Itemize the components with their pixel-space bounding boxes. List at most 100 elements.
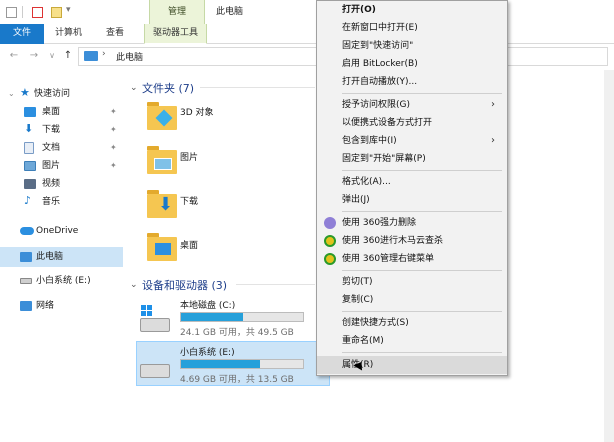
menu-item-label: 剪切(T)	[342, 277, 373, 287]
folder-3d-objects[interactable]	[142, 98, 182, 138]
menu-item-open-new-window[interactable]: 在新窗口中打开(E)	[317, 19, 507, 37]
sidebar-item-documents[interactable]: 文档 ✦	[0, 139, 123, 157]
sidebar-item-label: 此电脑	[36, 252, 64, 262]
menu-item-pin-quick-access[interactable]: 固定到"快速访问"	[317, 37, 507, 55]
menu-item-label: 使用 360进行木马云查杀	[342, 236, 444, 246]
tab-view[interactable]: 查看	[98, 24, 132, 44]
sidebar-item-network[interactable]: 网络	[0, 297, 123, 315]
menu-item-autoplay[interactable]: 打开自动播放(Y)...	[317, 73, 507, 91]
menu-item-label: 使用 360管理右键菜单	[342, 254, 435, 264]
star-icon: ★	[20, 86, 30, 99]
music-icon: ♪	[24, 194, 32, 207]
quick-access-toolbar-icon[interactable]	[6, 7, 17, 18]
menu-item-open[interactable]: 打开(O)	[317, 1, 507, 19]
sidebar-item-drive-e[interactable]: 小白系统 (E:)	[0, 272, 123, 290]
drives-heading[interactable]: 设备和驱动器 (3)	[142, 277, 227, 293]
menu-item-label: 固定到"开始"屏幕(P)	[342, 154, 426, 164]
menu-item-create-shortcut[interactable]: 创建快捷方式(S)	[317, 314, 507, 332]
menu-separator	[342, 270, 502, 271]
menu-separator	[342, 211, 502, 212]
sidebar-item-videos[interactable]: 视频	[0, 175, 123, 193]
section-divider	[236, 284, 315, 285]
menu-item-open-portable[interactable]: 以便携式设备方式打开	[317, 114, 507, 132]
context-tab-manage[interactable]: 管理	[149, 0, 205, 24]
folder-desktop[interactable]	[142, 229, 182, 269]
tab-file[interactable]: 文件	[0, 24, 44, 44]
chevron-right-icon: ›	[491, 99, 495, 110]
new-folder-icon[interactable]	[51, 7, 62, 18]
download-arrow-icon: ⬇	[158, 194, 174, 215]
sidebar-item-label: OneDrive	[36, 226, 79, 236]
folders-heading[interactable]: 文件夹 (7)	[142, 80, 194, 96]
toolbar-dropdown-icon[interactable]: ▾	[66, 5, 71, 15]
sidebar-item-music[interactable]: ♪ 音乐	[0, 193, 123, 211]
folder-pictures[interactable]	[142, 142, 182, 182]
network-icon	[20, 301, 32, 311]
menu-item-360-delete[interactable]: 使用 360强力删除	[317, 214, 507, 232]
drive-usage-bar	[180, 359, 304, 369]
menu-item-eject[interactable]: 弹出(J)	[317, 191, 507, 209]
tab-drive-tools[interactable]: 驱动器工具	[144, 24, 208, 44]
menu-item-pin-start[interactable]: 固定到"开始"屏幕(P)	[317, 150, 507, 168]
chevron-down-icon[interactable]: ⌄	[130, 280, 138, 290]
menu-separator	[342, 93, 502, 94]
scrollbar[interactable]	[604, 70, 614, 442]
properties-check-icon[interactable]	[32, 7, 43, 18]
menu-item-label: 使用 360强力删除	[342, 218, 417, 228]
menu-separator	[342, 352, 502, 353]
sidebar-item-label: 快速访问	[34, 89, 71, 99]
folder-downloads[interactable]: ⬇	[142, 186, 182, 226]
menu-item-copy[interactable]: 复制(C)	[317, 291, 507, 309]
folder-name[interactable]: 图片	[180, 150, 198, 163]
ribbon-bar	[0, 24, 614, 44]
windows-logo-icon	[141, 305, 153, 317]
chevron-down-icon[interactable]: ⌄	[130, 83, 138, 93]
menu-item-360-scan[interactable]: 使用 360进行木马云查杀	[317, 232, 507, 250]
menu-item-cut[interactable]: 剪切(T)	[317, 273, 507, 291]
folder-name[interactable]: 3D 对象	[180, 105, 214, 118]
hard-drive-icon	[140, 318, 170, 332]
sidebar-item-this-pc[interactable]: 此电脑	[0, 247, 123, 267]
menu-item-properties[interactable]: 属性(R)	[317, 356, 507, 374]
recent-locations-icon[interactable]: ∨	[44, 48, 60, 64]
menu-item-label: 格式化(A)...	[342, 177, 391, 187]
menu-item-give-access[interactable]: 授予访问权限(G) ›	[317, 96, 507, 114]
drive-name: 本地磁盘 (C:)	[180, 301, 236, 311]
forward-icon[interactable]: →	[26, 48, 42, 64]
sidebar-item-onedrive[interactable]: OneDrive	[0, 222, 123, 240]
chevron-down-icon[interactable]: ⌄	[8, 85, 15, 103]
menu-item-bitlocker[interactable]: 启用 BitLocker(B)	[317, 55, 507, 73]
breadcrumb[interactable]: 此电脑	[116, 50, 143, 63]
document-icon	[24, 142, 34, 154]
sidebar-item-downloads[interactable]: ⬇ 下载 ✦	[0, 121, 123, 139]
sidebar-item-label: 视频	[42, 179, 61, 189]
menu-item-label: 弹出(J)	[342, 195, 370, 205]
drive-usage-fill	[181, 360, 261, 368]
folder-name[interactable]: 下载	[180, 194, 198, 207]
menu-item-360-menu[interactable]: 使用 360管理右键菜单	[317, 250, 507, 268]
sidebar-item-pictures[interactable]: 图片 ✦	[0, 157, 123, 175]
menu-item-format[interactable]: 格式化(A)...	[317, 173, 507, 191]
sidebar-item-label: 网络	[36, 301, 55, 311]
sidebar-item-quick-access[interactable]: ⌄ ★ 快速访问	[0, 85, 123, 103]
hard-drive-icon	[140, 364, 170, 378]
folder-name[interactable]: 桌面	[180, 238, 198, 251]
toolbar-divider	[22, 6, 23, 18]
menu-item-include-library[interactable]: 包含到库中(I) ›	[317, 132, 507, 150]
section-divider	[200, 87, 315, 88]
title-bar	[0, 0, 614, 24]
drive-usage-bar	[180, 312, 304, 322]
tab-computer[interactable]: 计算机	[47, 24, 90, 44]
back-icon[interactable]: ←	[6, 48, 22, 64]
menu-item-rename[interactable]: 重命名(M)	[317, 332, 507, 350]
360-shield-icon	[324, 235, 336, 247]
menu-item-label: 以便携式设备方式打开	[342, 118, 433, 128]
breadcrumb-chevron-icon[interactable]: ›	[102, 49, 106, 59]
this-pc-icon	[84, 51, 98, 61]
sidebar-item-label: 图片	[42, 161, 61, 171]
desktop-icon	[24, 107, 36, 117]
sidebar-item-desktop[interactable]: 桌面 ✦	[0, 103, 123, 121]
menu-separator	[342, 170, 502, 171]
up-icon[interactable]: ↑	[60, 48, 76, 64]
menu-item-label: 在新窗口中打开(E)	[342, 23, 418, 33]
